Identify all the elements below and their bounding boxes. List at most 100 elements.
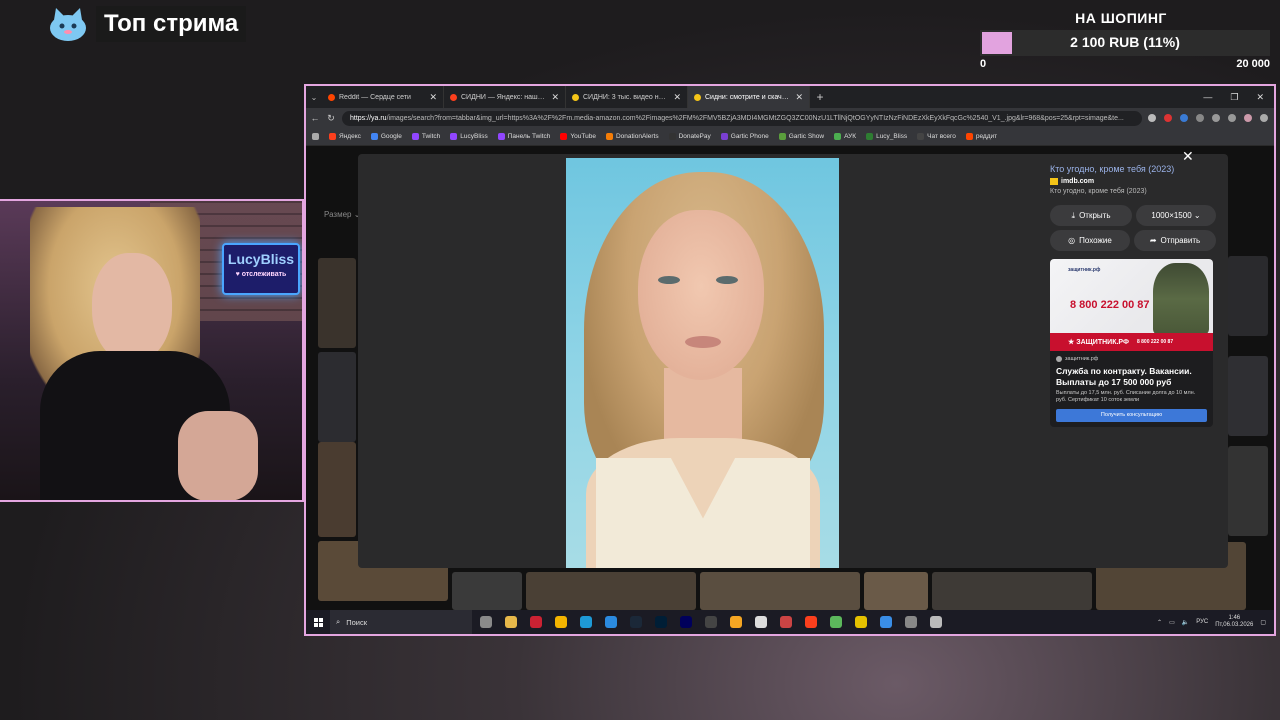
steam-icon[interactable] [630,616,642,628]
browser-tab[interactable]: Сидни: смотрите и скачивайте и ✕ [688,86,810,108]
chrome-icon[interactable] [555,616,567,628]
network-icon[interactable]: ▭ [1169,619,1175,626]
close-window-icon[interactable]: ✕ [1256,92,1264,103]
premiere-icon[interactable] [680,616,692,628]
tab-list-icon[interactable]: ⌄ [306,93,322,102]
goal-min: 0 [980,58,987,70]
favorites-icon[interactable] [1228,114,1236,122]
task-view-icon[interactable] [480,616,492,628]
photoshop-icon[interactable] [655,616,667,628]
bookmark-item[interactable]: Чат всего [917,133,956,140]
browser-tab[interactable]: СИДНИ: 3 тыс. видео найдено в ✕ [566,86,688,108]
bookmark-item[interactable]: Google [370,133,402,140]
start-button[interactable] [306,617,330,627]
browser-tab[interactable]: СИДНИ — Яндекс: нашлось 195 ✕ [444,86,566,108]
bookmark-item[interactable]: реддит [965,133,997,140]
paint-icon[interactable] [880,616,892,628]
preview-image[interactable] [566,158,839,568]
shield-icon[interactable] [755,616,767,628]
clock[interactable]: 1:46 Пт,06.03.2026 [1215,615,1253,629]
new-tab-button[interactable]: + [810,90,830,104]
bookmark-item[interactable]: Панель Twitch [497,133,550,140]
minimize-icon[interactable]: — [1203,92,1212,103]
menu-icon[interactable] [1260,114,1268,122]
refresh-extension-icon[interactable] [1196,114,1204,122]
result-thumb[interactable] [1228,356,1268,436]
open-button[interactable]: ⤓ Открыть [1050,205,1132,226]
bookmark-item[interactable]: Gartic Show [778,133,824,140]
taskbar-search-label: Поиск [346,617,367,627]
url-field[interactable]: https://ya.ru/images/search?from=tabbar&… [342,110,1142,126]
result-thumb[interactable] [318,442,356,537]
result-thumb[interactable] [1228,256,1268,336]
ad-cta-button[interactable]: Получить консультацию [1056,408,1207,422]
obs-icon[interactable] [705,616,717,628]
puzzle-icon[interactable] [1212,114,1220,122]
bookmark-label: Lucy_Bliss [876,133,908,140]
adblock-icon[interactable] [1164,114,1172,122]
ad-phone: 8 800 222 00 87 [1070,299,1150,311]
app-icon[interactable] [855,616,867,628]
bookmark-item[interactable]: Lucy_Bliss [866,133,907,140]
bookmark-favicon-icon [370,133,378,140]
volume-icon[interactable]: 🔈 [1182,619,1189,626]
image-title-link[interactable]: Кто угодно, кроме тебя (2023) [1050,164,1220,174]
windows-taskbar: ⌕ Поиск ⌃ ▭ 🔈 РУС 1:46 Пт,06.03.2026 ▢ [306,610,1274,634]
result-thumb[interactable] [452,572,522,610]
close-viewer-icon[interactable]: ✕ [1182,148,1194,165]
edge-dev-icon[interactable] [605,616,617,628]
opera-icon[interactable] [530,616,542,628]
reload-icon[interactable]: ↻ [326,113,336,124]
minecraft-icon[interactable] [830,616,842,628]
tab-close-icon[interactable]: ✕ [673,92,681,103]
image-source[interactable]: imdb.com [1050,178,1220,185]
bookmark-item[interactable]: DonatePay [668,133,711,140]
advertisement[interactable]: защитник.рф 8 800 222 00 87 ★ ЗАЩИТНИК.Р… [1050,259,1213,427]
back-icon[interactable]: ← [310,113,320,123]
bookmark-item[interactable]: Twitch [411,133,440,140]
tab-close-icon[interactable]: ✕ [551,92,559,103]
bookmark-item[interactable]: YouTube [560,133,596,140]
tab-close-icon[interactable]: ✕ [429,92,437,103]
bookmark-item[interactable]: LucyBliss [450,133,488,140]
neon-sign-text: LucyBliss [227,251,295,267]
maximize-icon[interactable]: ❐ [1230,92,1238,103]
taskbar-apps [480,616,942,628]
profile-avatar[interactable] [1244,114,1252,122]
bookmark-favicon-icon [497,133,505,140]
settings-icon[interactable] [905,616,917,628]
app-icon[interactable] [930,616,942,628]
result-thumb[interactable] [932,572,1092,610]
bookmark-item[interactable]: DonationAlerts [605,133,659,140]
explorer-icon[interactable] [505,616,517,628]
result-thumb[interactable] [318,258,356,348]
result-thumb[interactable] [318,352,356,442]
read-aloud-icon[interactable] [1148,114,1156,122]
size-filter[interactable]: Размер ⌄ [324,210,360,219]
result-thumb[interactable] [526,572,696,610]
language-indicator[interactable]: РУС [1196,619,1208,625]
yandex-icon[interactable] [805,616,817,628]
app-icon[interactable] [780,616,792,628]
bookmark-item[interactable]: Яндекс [329,133,361,140]
result-thumb[interactable] [864,572,928,610]
notifications-icon[interactable]: ▢ [1260,619,1266,626]
bookmark-favicon-icon [411,133,419,140]
browser-tab[interactable]: Reddit — Сердце сети ✕ [322,86,444,108]
share-button[interactable]: ➦ Отправить [1134,230,1216,251]
similar-button[interactable]: ◎ Похожие [1050,230,1130,251]
edge-icon[interactable] [580,616,592,628]
result-thumb[interactable] [700,572,860,610]
bookmark-folder-icon[interactable] [312,133,319,140]
chevron-up-icon[interactable]: ⌃ [1157,619,1162,626]
taskbar-search[interactable]: ⌕ Поиск [330,610,472,634]
result-thumb[interactable] [1228,446,1268,536]
extension-icon[interactable] [1180,114,1188,122]
windows-icon [313,617,323,627]
bookmark-item[interactable]: Gartic Phone [720,133,769,140]
size-select[interactable]: 1000×1500 ⌄ [1136,205,1216,226]
tabs: Reddit — Сердце сети ✕ СИДНИ — Яндекс: наш… [322,86,810,108]
bookmark-item[interactable]: АУК [834,133,856,140]
app-icon[interactable] [730,616,742,628]
tab-close-icon[interactable]: ✕ [795,92,803,103]
